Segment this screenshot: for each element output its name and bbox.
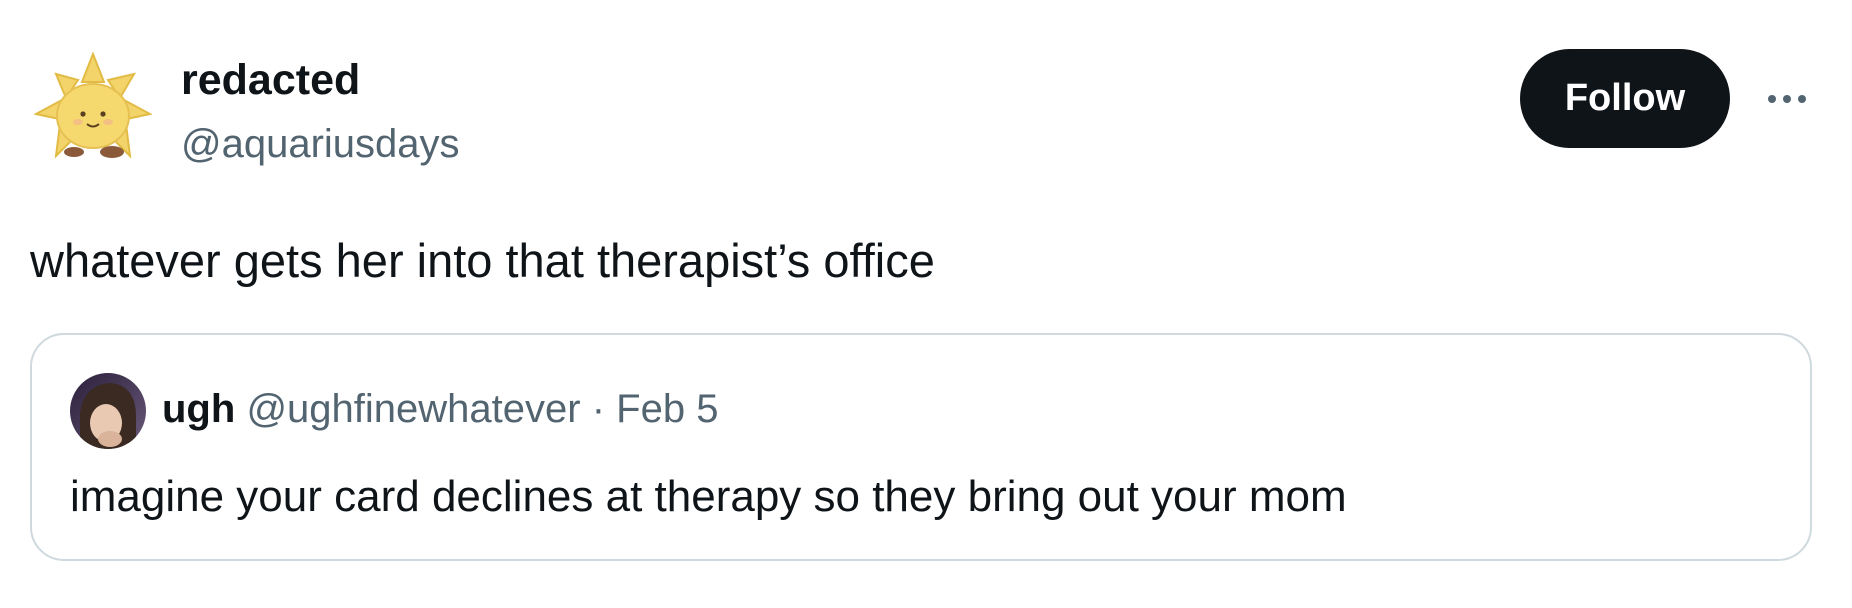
profile-photo-avatar-icon — [70, 373, 146, 449]
follow-button[interactable]: Follow — [1520, 49, 1730, 148]
quote-author-avatar[interactable] — [70, 373, 146, 449]
author-display-name[interactable]: redacted — [181, 54, 360, 106]
quote-separator: · — [591, 387, 606, 431]
more-options-button[interactable] — [1762, 84, 1812, 114]
quote-header: ugh @ughfinewhatever · Feb 5 — [162, 385, 718, 433]
author-handle[interactable]: @aquariusdays — [181, 120, 460, 168]
tweet-text: whatever gets her into that therapist’s … — [30, 234, 935, 287]
quote-handle[interactable]: @ughfinewhatever — [246, 387, 580, 431]
more-horizontal-icon — [1768, 95, 1806, 103]
quoted-tweet-card[interactable]: ugh @ughfinewhatever · Feb 5 imagine you… — [30, 333, 1812, 561]
quote-display-name[interactable]: ugh — [162, 387, 235, 431]
sun-plush-avatar-icon — [33, 51, 153, 159]
quote-text: imagine your card declines at therapy so… — [70, 472, 1347, 521]
quote-date[interactable]: Feb 5 — [616, 387, 718, 431]
author-avatar[interactable] — [33, 51, 153, 170]
